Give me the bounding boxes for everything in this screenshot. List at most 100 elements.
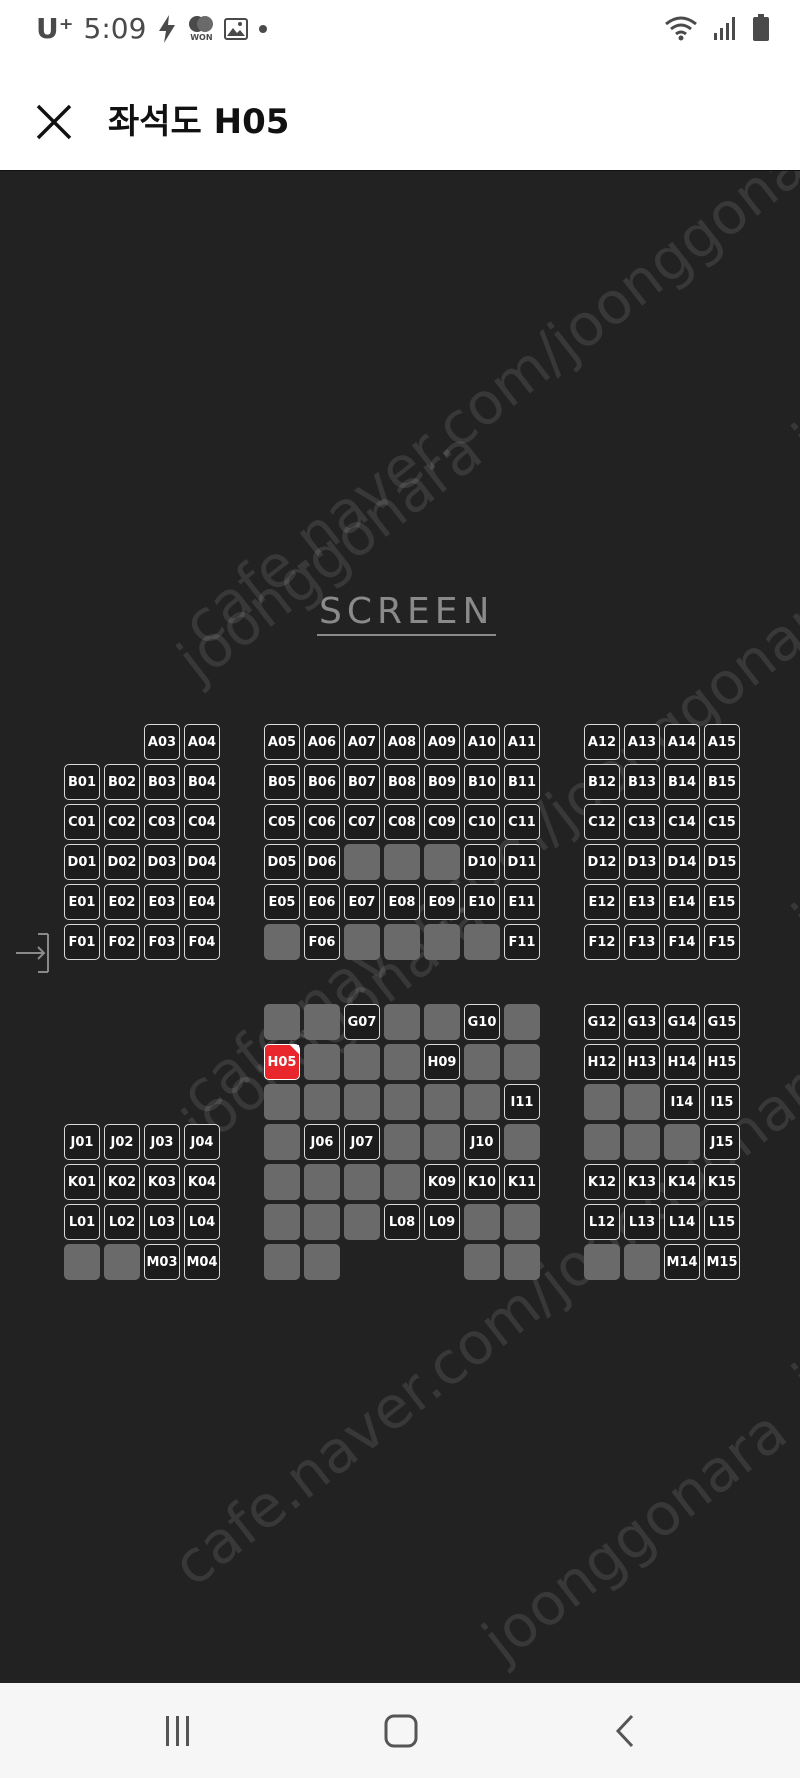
seat-a04[interactable]: A04 <box>184 724 220 760</box>
seat-e09[interactable]: E09 <box>424 884 460 920</box>
seat-i11[interactable]: I11 <box>504 1084 540 1120</box>
seat-a13[interactable]: A13 <box>624 724 660 760</box>
seat-c07[interactable]: C07 <box>344 804 380 840</box>
seat-e01[interactable]: E01 <box>64 884 100 920</box>
seat-a14[interactable]: A14 <box>664 724 700 760</box>
seat-d10[interactable]: D10 <box>464 844 500 880</box>
seat-k14[interactable]: K14 <box>664 1164 700 1200</box>
seat-a12[interactable]: A12 <box>584 724 620 760</box>
seat-l15[interactable]: L15 <box>704 1204 740 1240</box>
seat-f14[interactable]: F14 <box>664 924 700 960</box>
seat-k03[interactable]: K03 <box>144 1164 180 1200</box>
seat-l09[interactable]: L09 <box>424 1204 460 1240</box>
seat-j04[interactable]: J04 <box>184 1124 220 1160</box>
seat-d15[interactable]: D15 <box>704 844 740 880</box>
seat-f13[interactable]: F13 <box>624 924 660 960</box>
seat-c14[interactable]: C14 <box>664 804 700 840</box>
seat-e10[interactable]: E10 <box>464 884 500 920</box>
seat-b09[interactable]: B09 <box>424 764 460 800</box>
seat-j15[interactable]: J15 <box>704 1124 740 1160</box>
seat-g13[interactable]: G13 <box>624 1004 660 1040</box>
seat-a06[interactable]: A06 <box>304 724 340 760</box>
seat-b10[interactable]: B10 <box>464 764 500 800</box>
seat-c15[interactable]: C15 <box>704 804 740 840</box>
seat-c04[interactable]: C04 <box>184 804 220 840</box>
seat-c10[interactable]: C10 <box>464 804 500 840</box>
seat-i15[interactable]: I15 <box>704 1084 740 1120</box>
seat-b08[interactable]: B08 <box>384 764 420 800</box>
seat-c06[interactable]: C06 <box>304 804 340 840</box>
seat-a08[interactable]: A08 <box>384 724 420 760</box>
seat-c13[interactable]: C13 <box>624 804 660 840</box>
seat-c08[interactable]: C08 <box>384 804 420 840</box>
seat-h13[interactable]: H13 <box>624 1044 660 1080</box>
seat-e07[interactable]: E07 <box>344 884 380 920</box>
seat-e06[interactable]: E06 <box>304 884 340 920</box>
seat-a09[interactable]: A09 <box>424 724 460 760</box>
seat-m15[interactable]: M15 <box>704 1244 740 1280</box>
seat-b11[interactable]: B11 <box>504 764 540 800</box>
seat-c05[interactable]: C05 <box>264 804 300 840</box>
seat-f03[interactable]: F03 <box>144 924 180 960</box>
seat-c11[interactable]: C11 <box>504 804 540 840</box>
seat-l12[interactable]: L12 <box>584 1204 620 1240</box>
seat-d03[interactable]: D03 <box>144 844 180 880</box>
seat-b06[interactable]: B06 <box>304 764 340 800</box>
seat-j06[interactable]: J06 <box>304 1124 340 1160</box>
seat-e03[interactable]: E03 <box>144 884 180 920</box>
seat-d06[interactable]: D06 <box>304 844 340 880</box>
seat-j10[interactable]: J10 <box>464 1124 500 1160</box>
seat-b13[interactable]: B13 <box>624 764 660 800</box>
seat-e14[interactable]: E14 <box>664 884 700 920</box>
seat-f06[interactable]: F06 <box>304 924 340 960</box>
seat-a11[interactable]: A11 <box>504 724 540 760</box>
seat-b12[interactable]: B12 <box>584 764 620 800</box>
seat-k02[interactable]: K02 <box>104 1164 140 1200</box>
seat-d13[interactable]: D13 <box>624 844 660 880</box>
seat-b01[interactable]: B01 <box>64 764 100 800</box>
seat-e11[interactable]: E11 <box>504 884 540 920</box>
seat-j02[interactable]: J02 <box>104 1124 140 1160</box>
seat-f04[interactable]: F04 <box>184 924 220 960</box>
seat-d12[interactable]: D12 <box>584 844 620 880</box>
seat-c01[interactable]: C01 <box>64 804 100 840</box>
seat-b02[interactable]: B02 <box>104 764 140 800</box>
seat-f12[interactable]: F12 <box>584 924 620 960</box>
selected-seat-h05[interactable]: H05 <box>264 1044 300 1080</box>
seat-h15[interactable]: H15 <box>704 1044 740 1080</box>
seat-g15[interactable]: G15 <box>704 1004 740 1040</box>
recent-apps-button[interactable] <box>152 1708 202 1754</box>
home-button[interactable] <box>376 1708 426 1754</box>
seat-b03[interactable]: B03 <box>144 764 180 800</box>
seat-e05[interactable]: E05 <box>264 884 300 920</box>
seat-a10[interactable]: A10 <box>464 724 500 760</box>
seat-e12[interactable]: E12 <box>584 884 620 920</box>
seat-g12[interactable]: G12 <box>584 1004 620 1040</box>
seat-m14[interactable]: M14 <box>664 1244 700 1280</box>
seat-l13[interactable]: L13 <box>624 1204 660 1240</box>
seat-d11[interactable]: D11 <box>504 844 540 880</box>
seat-a15[interactable]: A15 <box>704 724 740 760</box>
seat-k11[interactable]: K11 <box>504 1164 540 1200</box>
seat-l08[interactable]: L08 <box>384 1204 420 1240</box>
seat-j03[interactable]: J03 <box>144 1124 180 1160</box>
seat-b05[interactable]: B05 <box>264 764 300 800</box>
seat-g10[interactable]: G10 <box>464 1004 500 1040</box>
close-button[interactable] <box>30 98 78 146</box>
seat-c12[interactable]: C12 <box>584 804 620 840</box>
back-button[interactable] <box>600 1708 650 1754</box>
seat-k15[interactable]: K15 <box>704 1164 740 1200</box>
seat-l04[interactable]: L04 <box>184 1204 220 1240</box>
seat-h14[interactable]: H14 <box>664 1044 700 1080</box>
seat-e04[interactable]: E04 <box>184 884 220 920</box>
seat-k09[interactable]: K09 <box>424 1164 460 1200</box>
seat-h09[interactable]: H09 <box>424 1044 460 1080</box>
seat-j07[interactable]: J07 <box>344 1124 380 1160</box>
seat-d02[interactable]: D02 <box>104 844 140 880</box>
seat-d05[interactable]: D05 <box>264 844 300 880</box>
seat-g14[interactable]: G14 <box>664 1004 700 1040</box>
seat-k12[interactable]: K12 <box>584 1164 620 1200</box>
seat-h12[interactable]: H12 <box>584 1044 620 1080</box>
seat-k13[interactable]: K13 <box>624 1164 660 1200</box>
seat-c09[interactable]: C09 <box>424 804 460 840</box>
